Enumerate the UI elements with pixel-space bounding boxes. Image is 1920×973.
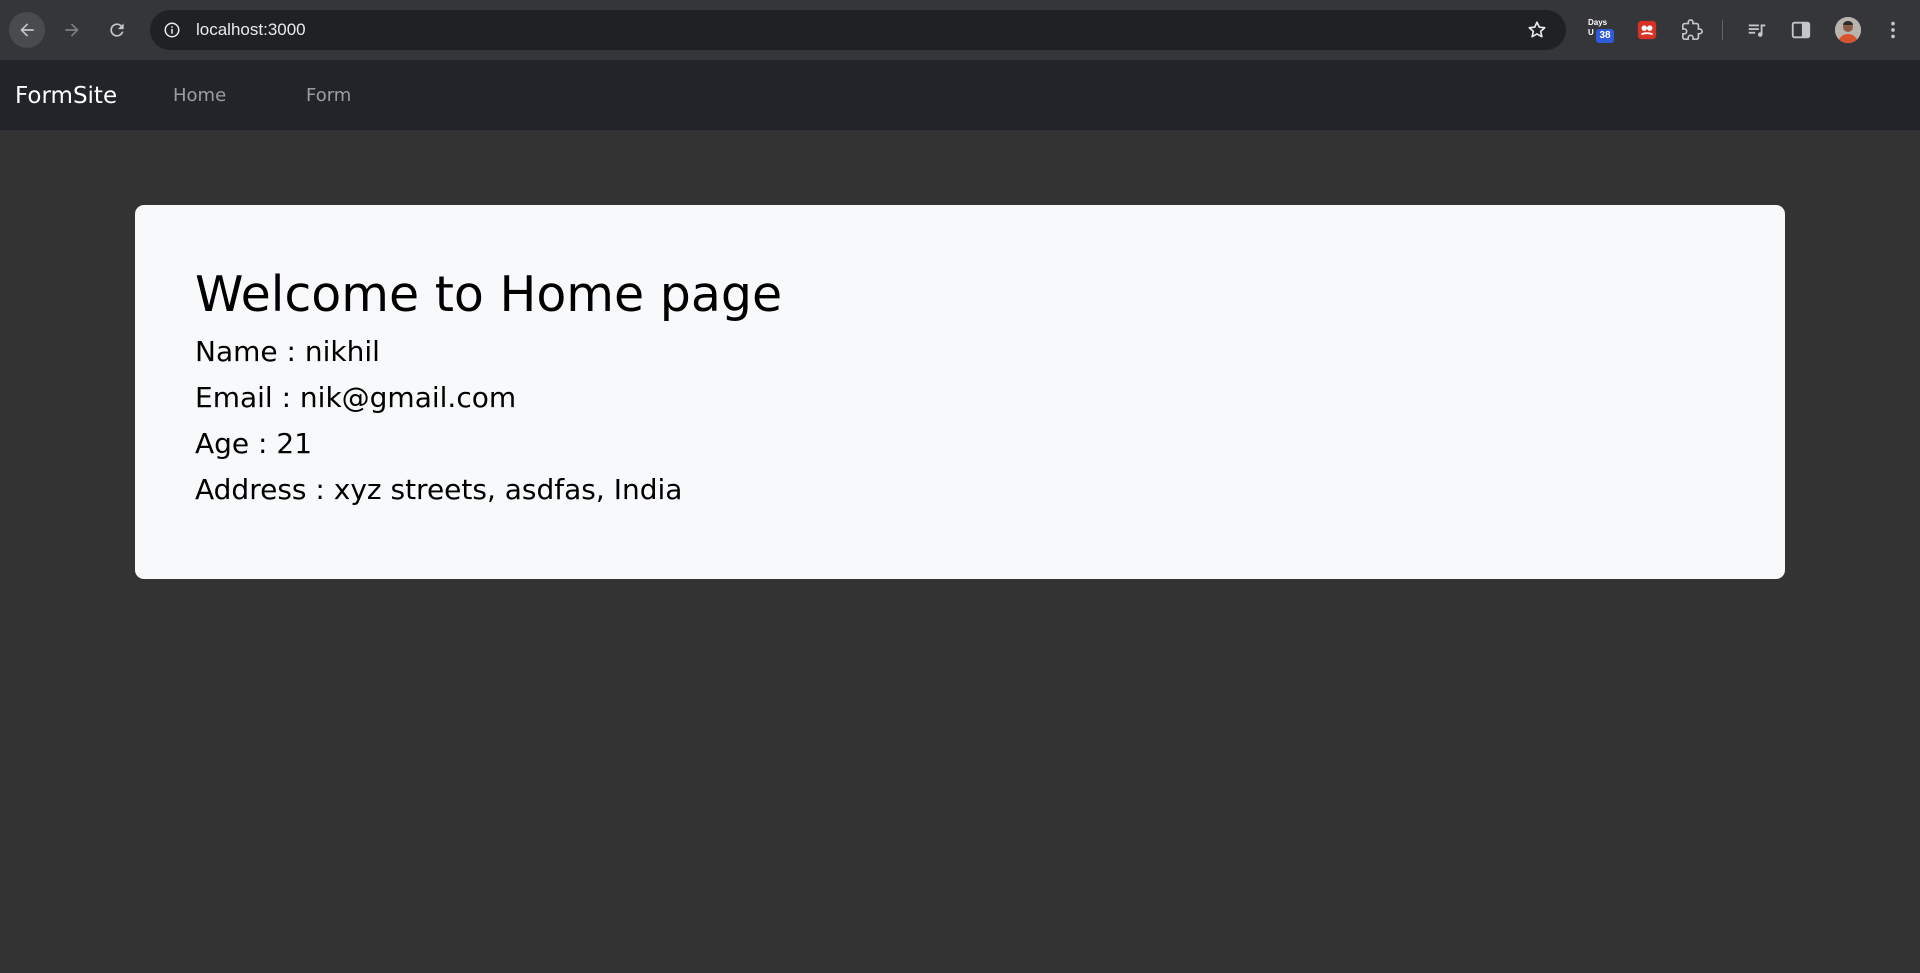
- home-card: Welcome to Home page Name : nikhil Email…: [135, 205, 1785, 579]
- profile-avatar-image: [1835, 17, 1861, 43]
- back-button[interactable]: [9, 12, 45, 48]
- browser-menu-button[interactable]: [1878, 15, 1908, 45]
- red-extension-icon: [1637, 20, 1657, 40]
- star-icon: [1528, 21, 1546, 38]
- bookmark-button[interactable]: [1526, 19, 1548, 41]
- days-extension-side-label: U: [1588, 28, 1594, 37]
- profile-avatar[interactable]: [1835, 17, 1861, 43]
- email-detail: Email : nik@gmail.com: [195, 381, 517, 414]
- nav-link-home[interactable]: Home: [173, 85, 226, 107]
- age-detail: Age : 21: [195, 427, 313, 460]
- address-bar[interactable]: localhost:3000: [150, 10, 1566, 50]
- days-extension-label: Days: [1588, 18, 1608, 27]
- days-extension-badge: 38: [1596, 29, 1614, 43]
- name-detail: Name : nikhil: [195, 335, 380, 368]
- browser-toolbar: localhost:3000 Days U 38: [0, 0, 1920, 60]
- days-extension-button[interactable]: Days U 38: [1587, 15, 1617, 45]
- arrow-left-icon: [20, 23, 34, 37]
- side-panel-button[interactable]: [1786, 15, 1816, 45]
- brand-logo[interactable]: FormSite: [15, 82, 117, 110]
- puzzle-icon: [1682, 19, 1703, 40]
- more-vert-icon: [1891, 21, 1895, 39]
- page-title: Welcome to Home page: [195, 266, 783, 323]
- site-info-button[interactable]: [160, 18, 184, 42]
- reload-button[interactable]: [99, 12, 135, 48]
- site-navbar: FormSite Home Form: [0, 60, 1920, 130]
- address-detail: Address : xyz streets, asdfas, India: [195, 473, 683, 506]
- info-icon: [164, 22, 180, 38]
- forward-button[interactable]: [54, 12, 90, 48]
- url-text[interactable]: localhost:3000: [196, 20, 306, 40]
- side-panel-icon: [1791, 21, 1811, 39]
- toolbar-separator: [1722, 20, 1723, 40]
- red-extension-button[interactable]: [1632, 15, 1662, 45]
- media-control-icon: [1748, 24, 1766, 37]
- arrow-right-icon: [65, 23, 79, 37]
- nav-link-form[interactable]: Form: [306, 85, 351, 107]
- reload-icon: [110, 23, 124, 37]
- extensions-button[interactable]: [1677, 15, 1707, 45]
- media-control-button[interactable]: [1742, 15, 1772, 45]
